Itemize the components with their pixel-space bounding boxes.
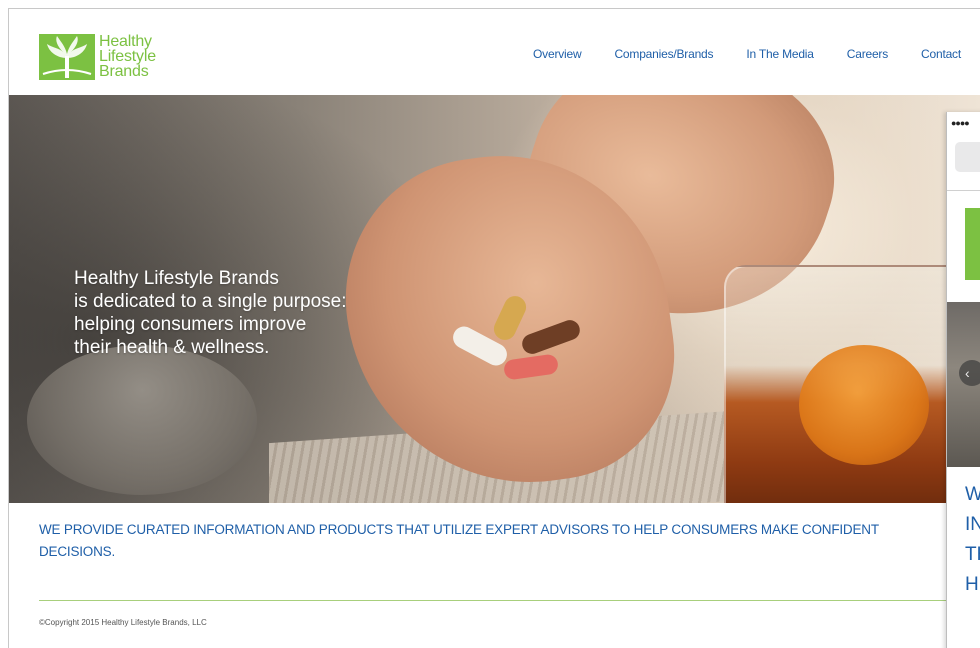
hero-photo-orange — [799, 345, 929, 465]
nav-in-the-media[interactable]: In The Media — [746, 47, 814, 61]
signal-dots-icon: ●●●● — [951, 118, 970, 128]
hero-line-1: Healthy Lifestyle Brands — [74, 268, 279, 289]
footer-divider — [39, 600, 979, 601]
nav-companies-brands[interactable]: Companies/Brands — [614, 47, 713, 61]
copyright-text: ©Copyright 2015 Healthy Lifestyle Brands… — [39, 618, 207, 627]
mobile-logo-icon — [965, 208, 980, 280]
mobile-tagline-line-3: TH — [965, 544, 980, 565]
mobile-tagline: W IN TH H — [965, 480, 980, 600]
mobile-tagline-line-4: H — [965, 574, 979, 595]
mobile-address-bar[interactable] — [955, 142, 980, 172]
main-nav: Overview Companies/Brands In The Media C… — [500, 47, 961, 61]
logo-line-3: Brands — [99, 63, 149, 80]
mission-tagline: WE PROVIDE CURATED INFORMATION AND PRODU… — [39, 522, 879, 559]
nav-contact[interactable]: Contact — [921, 47, 961, 61]
nav-careers[interactable]: Careers — [847, 47, 888, 61]
hero-line-2: is dedicated to a single purpose: — [74, 291, 347, 312]
mobile-header-divider — [947, 190, 980, 191]
chevron-left-icon[interactable]: ‹ — [959, 360, 980, 386]
mobile-tagline-line-1: W — [965, 480, 980, 510]
hero-banner: Healthy Lifestyle Brands is dedicated to… — [9, 95, 980, 503]
mobile-tagline-line-2: IN — [965, 514, 980, 535]
hero-photo-bowl — [27, 345, 257, 495]
hero-line-4: their health & wellness. — [74, 337, 270, 358]
site-header: Healthy Lifestyle Brands Overview Compan… — [9, 9, 980, 95]
browser-viewport: Healthy Lifestyle Brands Overview Compan… — [8, 8, 980, 648]
logo-line-2: Lifestyle — [99, 48, 156, 65]
site-logo[interactable]: Healthy Lifestyle Brands — [39, 34, 156, 80]
logo-line-1: Healthy — [99, 33, 152, 50]
hero-headline: Healthy Lifestyle Brands is dedicated to… — [74, 267, 347, 359]
logo-wordmark: Healthy Lifestyle Brands — [99, 33, 156, 80]
mobile-preview: ●●●● ‹ W IN TH H — [946, 112, 980, 648]
nav-overview[interactable]: Overview — [533, 47, 582, 61]
tree-logo-icon — [39, 34, 95, 80]
hero-line-3: helping consumers improve — [74, 314, 307, 335]
